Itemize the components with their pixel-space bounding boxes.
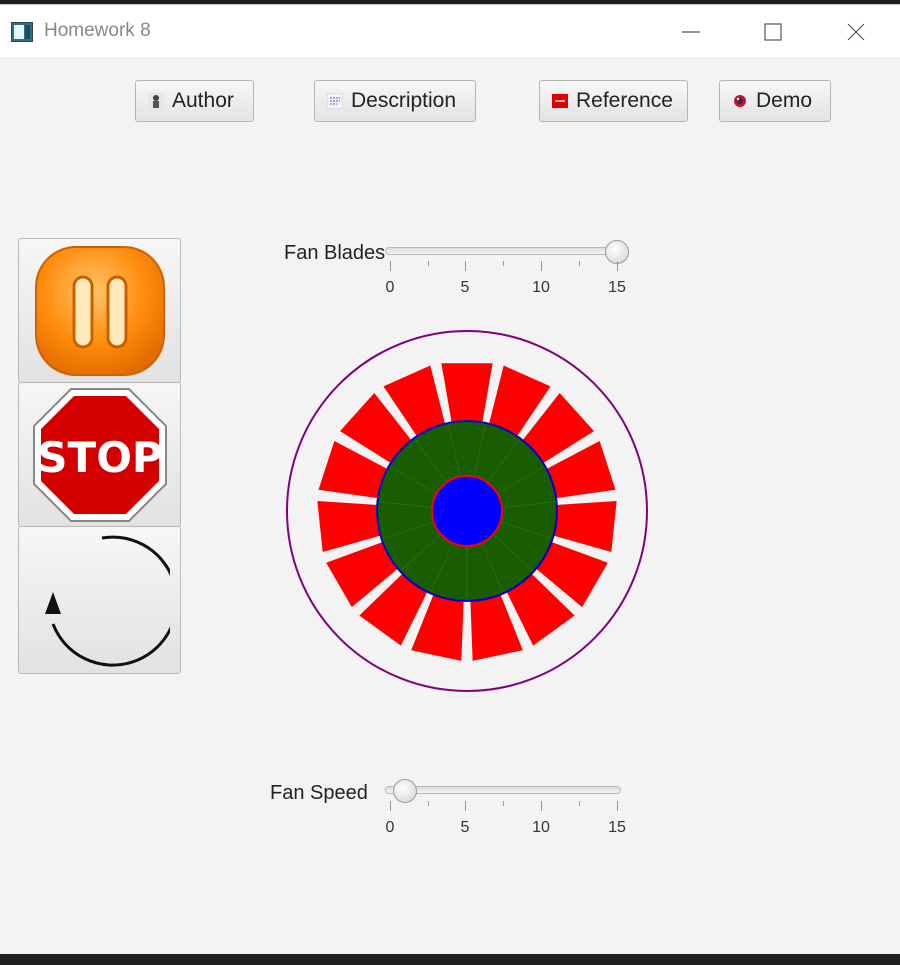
tick-label: 15 xyxy=(608,279,626,296)
description-button[interactable]: Description xyxy=(314,80,476,122)
close-icon xyxy=(847,23,865,41)
demo-icon xyxy=(734,95,746,107)
minimize-icon xyxy=(682,31,700,33)
demo-label: Demo xyxy=(756,89,813,112)
reset-button[interactable] xyxy=(18,526,181,674)
author-label: Author xyxy=(172,89,234,112)
fan-graphic xyxy=(286,330,648,692)
reference-icon xyxy=(552,94,568,108)
fan-blade xyxy=(441,363,493,428)
tick-label: 10 xyxy=(532,279,550,296)
app-window: Homework 8 Author Description Reference … xyxy=(0,4,900,954)
tick-label: 0 xyxy=(385,279,395,296)
tick-label: 5 xyxy=(460,819,470,836)
stop-sign-text: STOP xyxy=(37,433,162,482)
tick-label: 5 xyxy=(460,279,470,296)
circular-arrow-icon xyxy=(44,535,170,667)
tick-label: 15 xyxy=(608,819,626,836)
minimize-button[interactable] xyxy=(668,15,714,49)
tick-label: 0 xyxy=(385,819,395,836)
demo-button[interactable]: Demo xyxy=(719,80,831,122)
author-button[interactable]: Author xyxy=(135,80,254,122)
fan-speed-slider-thumb[interactable] xyxy=(393,779,417,803)
fan-speed-slider-track[interactable] xyxy=(385,786,621,794)
description-icon xyxy=(327,93,343,109)
fan-blades-label: Fan Blades xyxy=(284,242,386,264)
fan-blades-ticks: 0 5 10 15 xyxy=(385,261,626,301)
stop-sign-icon: STOP xyxy=(32,387,167,522)
author-icon xyxy=(148,93,164,109)
reference-label: Reference xyxy=(576,89,673,112)
description-label: Description xyxy=(351,89,457,112)
fan-blades-slider-track[interactable] xyxy=(385,247,621,255)
fan-center xyxy=(431,475,503,547)
fan-speed-ticks: 0 5 10 15 xyxy=(385,801,626,841)
close-button[interactable] xyxy=(833,15,879,49)
fan-speed-label: Fan Speed xyxy=(270,782,368,804)
reference-button[interactable]: Reference xyxy=(539,80,688,122)
pause-icon xyxy=(34,245,165,376)
maximize-icon xyxy=(764,23,782,41)
maximize-button[interactable] xyxy=(750,15,796,49)
fan-blade xyxy=(548,500,617,552)
pause-button[interactable] xyxy=(18,238,181,383)
taskbar-strip xyxy=(0,954,900,965)
fan-blade xyxy=(317,500,386,552)
stop-button[interactable]: STOP xyxy=(18,382,181,527)
window-title: Homework 8 xyxy=(44,20,151,41)
title-bar: Homework 8 xyxy=(0,5,900,57)
app-icon xyxy=(11,22,33,42)
tick-label: 10 xyxy=(532,819,550,836)
